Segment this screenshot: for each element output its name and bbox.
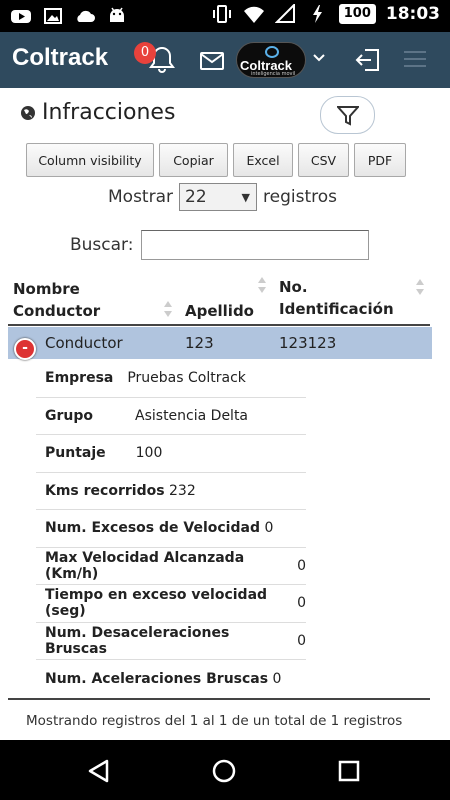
detail-value: 0 — [272, 670, 282, 687]
detail-label: Puntaje — [45, 445, 106, 462]
col-header-nombre-line2: Conductor — [13, 302, 101, 320]
detail-row: Num. Aceleraciones Bruscas 0 — [36, 660, 306, 698]
table-row[interactable]: Conductor 123 123123 — [8, 327, 432, 359]
page-length-select[interactable]: 22 ▼ — [179, 183, 257, 211]
page-header: Infracciones — [20, 100, 175, 125]
logo-globe-icon — [265, 46, 279, 58]
col-header-identificacion-text: No. Identificación — [279, 278, 394, 318]
detail-label: Num. Excesos de Velocidad — [45, 520, 260, 537]
detail-row: Puntaje 100 — [36, 435, 306, 473]
image-icon — [44, 8, 62, 24]
app-brand[interactable]: Coltrack — [12, 44, 108, 72]
table-header: Nombre Conductor Apellido No. Identifica… — [8, 276, 430, 326]
row-details: Empresa Pruebas Coltrack Grupo Asistencia … — [36, 360, 306, 698]
app-bar: Coltrack 0 Coltrack inteligencia movil — [0, 32, 450, 88]
cell-apellido: 123 — [185, 334, 214, 352]
detail-label: Num. Aceleraciones Bruscas — [45, 670, 269, 687]
company-logo[interactable]: Coltrack inteligencia movil — [236, 42, 306, 78]
sort-icon[interactable] — [163, 300, 173, 318]
main-content: Infracciones Column visibility Copiar Ex… — [0, 88, 450, 740]
detail-value: 0 — [264, 520, 274, 537]
navigation-bar — [0, 740, 450, 800]
detail-row: Max Velocidad Alcanzada (Km/h) 0 — [36, 548, 306, 585]
search-label: Buscar: — [70, 235, 134, 255]
detail-row: Kms recorridos 232 — [36, 473, 306, 510]
table-info: Mostrando registros del 1 al 1 de un tot… — [26, 713, 403, 729]
status-clock: 18:03 — [385, 4, 440, 24]
detail-label: Grupo — [45, 407, 94, 424]
filter-icon — [337, 106, 359, 126]
detail-value: 0 — [297, 632, 306, 649]
logout-icon[interactable] — [355, 48, 381, 72]
detail-label: Num. Desaceleraciones Bruscas — [45, 624, 230, 657]
search-input[interactable] — [141, 230, 370, 260]
chevron-down-icon[interactable] — [312, 52, 326, 64]
home-icon[interactable] — [211, 758, 237, 784]
page-title: Infracciones — [42, 100, 176, 125]
caret-down-icon: ▼ — [241, 190, 250, 204]
column-visibility-button[interactable]: Column visibility — [26, 143, 154, 177]
back-icon[interactable] — [86, 758, 112, 784]
menu-icon[interactable] — [404, 50, 426, 68]
detail-value: Pruebas Coltrack — [127, 370, 246, 387]
detail-value: 0 — [297, 557, 306, 574]
page-length: Mostrar 22 ▼ registros — [108, 183, 337, 211]
cell-nombre: Conductor — [45, 334, 123, 352]
detail-row: Num. Excesos de Velocidad 0 — [36, 510, 306, 548]
detail-row: Tiempo en exceso velocidad (seg) 0 — [36, 585, 306, 623]
cell-identificacion: 123123 — [279, 334, 337, 352]
detail-value: Asistencia Delta — [135, 407, 249, 424]
recents-icon[interactable] — [336, 758, 362, 784]
signal-icon — [274, 4, 295, 23]
show-prefix: Mostrar — [108, 187, 173, 207]
col-header-apellido[interactable]: Apellido — [185, 300, 254, 322]
collapse-row-button[interactable]: - — [14, 338, 36, 360]
detail-value: 232 — [169, 482, 196, 499]
sort-icon[interactable] — [257, 276, 267, 294]
detail-label: Kms recorridos — [45, 482, 165, 499]
excel-button[interactable]: Excel — [233, 143, 293, 177]
detail-value: 0 — [297, 595, 306, 612]
globe-icon — [21, 105, 35, 120]
copy-button[interactable]: Copiar — [159, 143, 228, 177]
cloud-icon — [77, 10, 95, 22]
detail-row: Grupo Asistencia Delta — [36, 398, 306, 435]
export-buttons: Column visibility Copiar Excel CSV PDF — [26, 143, 406, 177]
wifi-icon — [243, 6, 264, 23]
detail-label: Empresa — [45, 370, 114, 387]
logo-subtext: inteligencia movil — [251, 71, 296, 77]
table-bottom-border — [8, 698, 430, 700]
search-area: Buscar: — [70, 230, 370, 260]
detail-row: Num. Desaceleraciones Bruscas 0 — [36, 623, 306, 660]
show-suffix: registros — [263, 187, 337, 207]
detail-label: Tiempo en exceso velocidad (seg) — [45, 587, 268, 620]
sort-icon[interactable] — [415, 278, 425, 296]
youtube-icon — [11, 10, 31, 23]
pdf-button[interactable]: PDF — [354, 143, 406, 177]
notification-badge: 0 — [134, 42, 156, 64]
vibrate-icon — [212, 5, 231, 23]
charging-icon — [312, 5, 322, 23]
android-icon — [110, 7, 124, 22]
detail-value: 100 — [135, 445, 163, 462]
status-bar: 100 18:03 — [0, 0, 450, 32]
csv-button[interactable]: CSV — [298, 143, 349, 177]
detail-label: Max Velocidad Alcanzada (Km/h) — [45, 549, 245, 582]
detail-row: Empresa Pruebas Coltrack — [36, 360, 306, 398]
col-header-identificacion[interactable]: No. Identificación — [279, 276, 409, 320]
battery-level: 100 — [338, 4, 376, 24]
mail-icon[interactable] — [200, 52, 224, 70]
filter-button[interactable] — [320, 96, 375, 134]
page-length-value: 22 — [185, 187, 207, 207]
col-header-nombre-line1: Nombre — [13, 280, 80, 298]
col-header-nombre[interactable]: Nombre Conductor — [13, 278, 100, 322]
